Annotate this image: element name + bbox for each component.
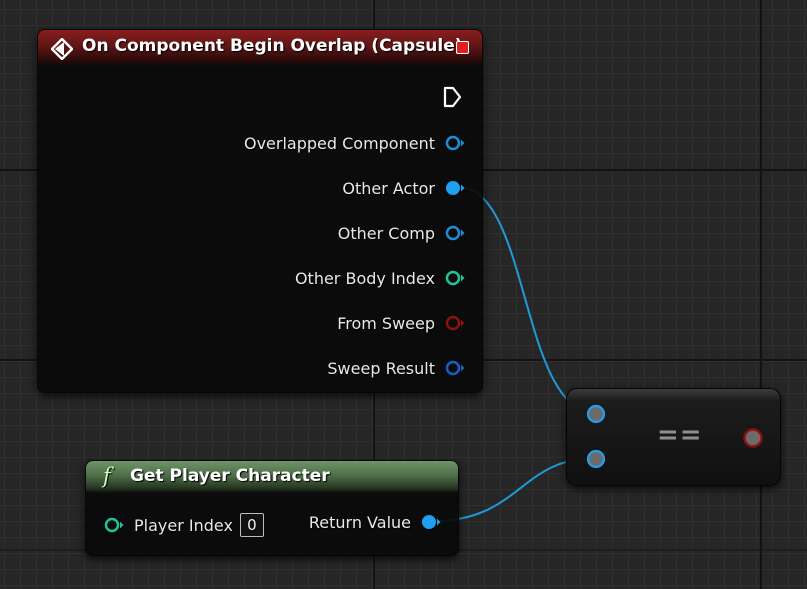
event-node-begin-overlap[interactable]: On Component Begin Overlap (Capsule) Ove… [37, 29, 483, 393]
event-diamond-icon [51, 38, 73, 60]
pin-label-sweep-result: Sweep Result [327, 358, 435, 378]
event-node-title: On Component Begin Overlap (Capsule) [82, 36, 463, 56]
equal-node[interactable]: == [566, 388, 781, 486]
overlapped-component-pin-icon[interactable] [445, 133, 465, 153]
equal-output-pin-icon[interactable] [742, 427, 764, 449]
other-comp-pin-icon[interactable] [445, 223, 465, 243]
pin-row-from-sweep: From Sweep [337, 311, 465, 335]
return-value-label: Return Value [308, 512, 411, 532]
function-node-title: Get Player Character [130, 466, 330, 486]
pin-row-other-actor: Other Actor [342, 176, 465, 200]
pin-row-overlapped-component: Overlapped Component [244, 131, 465, 155]
pin-label-overlapped-component: Overlapped Component [243, 133, 435, 153]
pin-label-from-sweep: From Sweep [337, 313, 435, 333]
player-index-pin-row: Player Index 0 [104, 513, 264, 537]
other-body-index-pin-icon[interactable] [445, 268, 465, 288]
equal-input-b-pin-icon[interactable] [586, 449, 606, 469]
sweep-result-pin-icon[interactable] [445, 358, 465, 378]
event-node-header[interactable]: On Component Begin Overlap (Capsule) [38, 30, 482, 66]
pin-row-other-comp: Other Comp [338, 221, 465, 245]
return-value-pin-icon[interactable] [421, 512, 441, 532]
function-node-get-player-character[interactable]: f Get Player Character Player Index 0 Re… [85, 460, 459, 556]
pin-label-other-comp: Other Comp [337, 223, 435, 243]
function-node-header[interactable]: f Get Player Character [86, 461, 458, 493]
exec-output-pin-icon[interactable] [442, 86, 462, 108]
equal-operator-label: == [657, 420, 703, 450]
from-sweep-pin-icon[interactable] [445, 313, 465, 333]
pin-row-other-body-index: Other Body Index [295, 266, 465, 290]
player-index-label: Player Index [134, 515, 233, 535]
other-actor-pin-icon[interactable] [445, 178, 465, 198]
return-value-pin-row: Return Value [309, 510, 441, 534]
pin-label-other-body-index: Other Body Index [294, 268, 435, 288]
pin-row-sweep-result: Sweep Result [327, 356, 465, 380]
pin-label-other-actor: Other Actor [342, 178, 435, 198]
player-index-pin-icon[interactable] [104, 515, 124, 535]
player-index-input[interactable]: 0 [239, 513, 264, 537]
function-icon: f [103, 464, 111, 488]
equal-input-a-pin-icon[interactable] [586, 404, 606, 424]
stop-icon[interactable] [456, 41, 469, 54]
